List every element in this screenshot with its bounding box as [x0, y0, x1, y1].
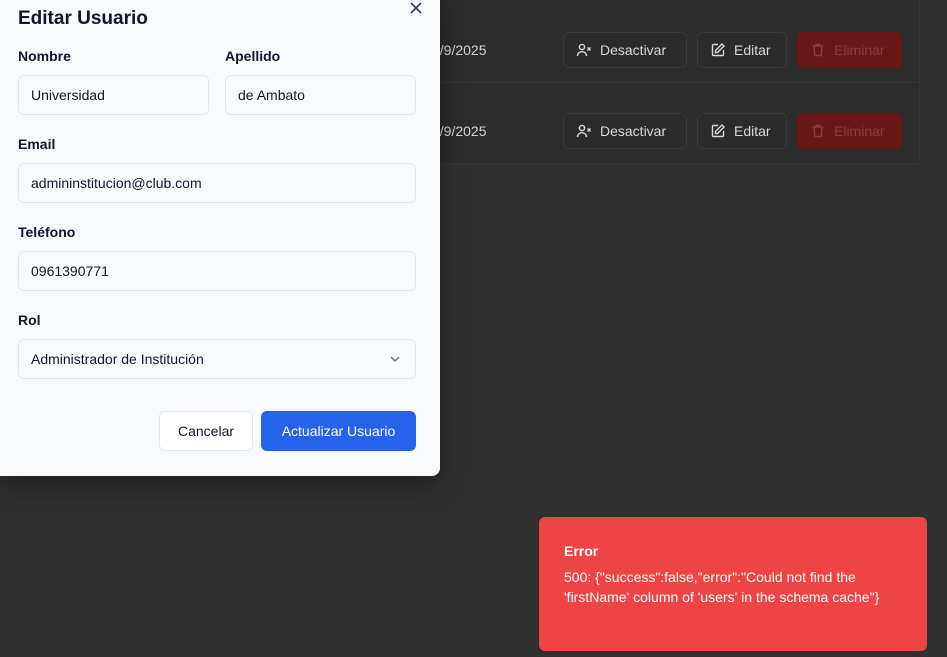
- email-label: Email: [18, 136, 56, 152]
- error-toast[interactable]: Error 500: {"success":false,"error":"Cou…: [539, 517, 927, 651]
- deactivate-label: Desactivar: [600, 123, 667, 139]
- created-date: 5/9/2025: [432, 123, 487, 139]
- last-name-label: Apellido: [225, 48, 281, 64]
- edit-label: Editar: [734, 42, 771, 58]
- first-name-label: Nombre: [18, 48, 71, 64]
- deactivate-label: Desactivar: [600, 42, 667, 58]
- role-selected-value: Administrador de Institución: [31, 351, 204, 367]
- edit-user-dialog: Editar Usuario Nombre Apellido Email Tel…: [0, 0, 440, 476]
- phone-field[interactable]: [18, 251, 416, 291]
- edit-button[interactable]: Editar: [697, 32, 787, 68]
- user-x-icon: [576, 43, 591, 57]
- edit-label: Editar: [734, 123, 771, 139]
- deactivate-button[interactable]: Desactivar: [563, 32, 687, 68]
- delete-label: Eliminar: [834, 123, 885, 139]
- first-name-input[interactable]: [18, 75, 209, 115]
- deactivate-button[interactable]: Desactivar: [563, 113, 687, 149]
- email-field[interactable]: [18, 163, 416, 203]
- created-date: 5/9/2025: [432, 42, 487, 58]
- delete-label: Eliminar: [834, 42, 885, 58]
- phone-label: Teléfono: [18, 224, 76, 240]
- chevron-down-icon: [390, 356, 400, 362]
- trash-icon: [812, 43, 824, 57]
- edit-button[interactable]: Editar: [697, 113, 787, 149]
- trash-icon: [812, 124, 824, 138]
- role-select[interactable]: Administrador de Institución: [18, 339, 416, 379]
- close-button[interactable]: [408, 0, 424, 16]
- last-name-input[interactable]: [225, 75, 416, 115]
- edit-icon: [711, 43, 725, 57]
- delete-button[interactable]: Eliminar: [797, 32, 902, 68]
- toast-message: 500: {"success":false,"error":"Could not…: [564, 569, 880, 605]
- role-label: Rol: [18, 312, 41, 328]
- update-user-button[interactable]: Actualizar Usuario: [261, 411, 416, 451]
- delete-button[interactable]: Eliminar: [797, 113, 902, 149]
- cancel-button[interactable]: Cancelar: [159, 411, 253, 451]
- dialog-title: Editar Usuario: [18, 8, 148, 29]
- user-x-icon: [576, 124, 591, 138]
- close-icon: [410, 2, 422, 14]
- toast-title: Error: [564, 543, 599, 559]
- edit-icon: [711, 124, 725, 138]
